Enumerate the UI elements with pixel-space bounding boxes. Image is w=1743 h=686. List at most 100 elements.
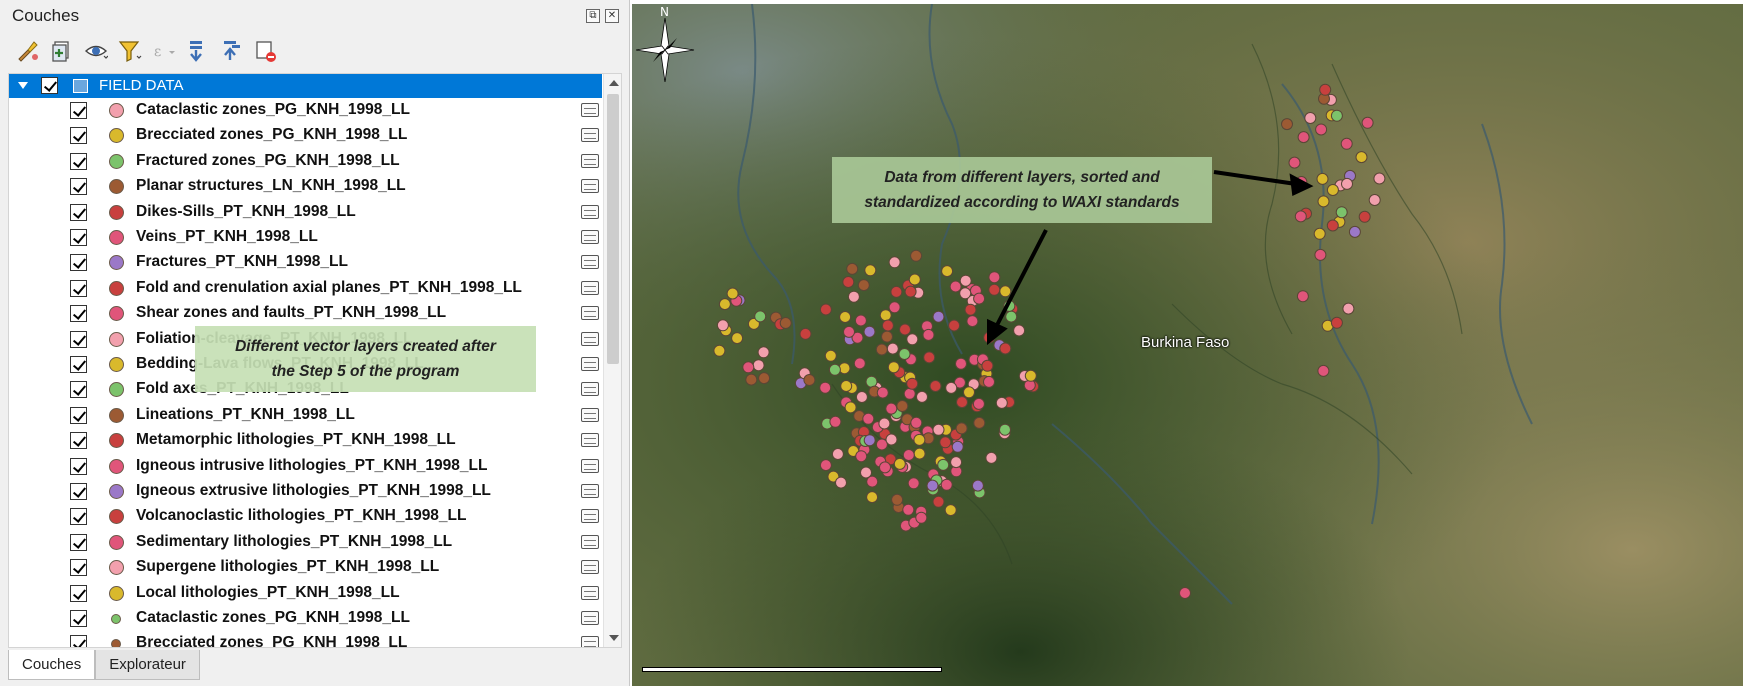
layer-properties-icon[interactable]: [581, 509, 599, 524]
map-point-feature[interactable]: [857, 279, 870, 292]
map-point-feature[interactable]: [913, 447, 926, 460]
map-point-feature[interactable]: [831, 448, 844, 460]
map-point-feature[interactable]: [890, 285, 903, 298]
map-point-feature[interactable]: [983, 375, 995, 388]
layer-row[interactable]: Fold and crenulation axial planes_PT_KNH…: [9, 276, 602, 301]
map-point-feature[interactable]: [799, 327, 812, 340]
layer-properties-icon[interactable]: [581, 357, 599, 371]
map-point-feature[interactable]: [903, 387, 916, 400]
map-point-feature[interactable]: [835, 476, 847, 489]
layer-row[interactable]: Shear zones and faults_PT_KNH_1998_LL: [9, 301, 602, 326]
style-manager-button[interactable]: [14, 37, 42, 65]
map-point-feature[interactable]: [844, 401, 857, 414]
map-point-feature[interactable]: [949, 280, 962, 293]
map-point-feature[interactable]: [899, 323, 911, 336]
map-point-feature[interactable]: [915, 511, 928, 524]
map-point-feature[interactable]: [1330, 109, 1343, 122]
map-point-feature[interactable]: [866, 491, 879, 504]
layer-properties-icon[interactable]: [581, 331, 599, 346]
map-point-feature[interactable]: [1348, 225, 1361, 238]
layer-row[interactable]: Local lithologies_PT_KNH_1998_LL: [9, 581, 602, 606]
layer-group-field-data[interactable]: FIELD DATA: [9, 74, 602, 98]
layer-properties-icon[interactable]: [581, 407, 599, 422]
map-point-feature[interactable]: [866, 475, 879, 488]
map-point-feature[interactable]: [829, 415, 842, 428]
layer-visibility-checkbox[interactable]: [70, 356, 87, 373]
map-point-feature[interactable]: [902, 449, 915, 461]
map-point-feature[interactable]: [910, 416, 923, 429]
map-point-feature[interactable]: [819, 459, 832, 472]
layer-visibility-checkbox[interactable]: [70, 152, 87, 170]
map-point-feature[interactable]: [937, 458, 950, 471]
layer-visibility-checkbox[interactable]: [70, 279, 87, 297]
layer-visibility-checkbox[interactable]: [70, 457, 87, 475]
map-point-feature[interactable]: [1361, 116, 1374, 129]
map-point-feature[interactable]: [941, 265, 954, 278]
map-point-feature[interactable]: [910, 249, 923, 262]
map-point-feature[interactable]: [726, 287, 739, 300]
layer-visibility-checkbox[interactable]: [70, 178, 87, 196]
layer-visibility-checkbox[interactable]: [70, 432, 87, 450]
layer-properties-icon[interactable]: [581, 534, 599, 549]
layer-properties-icon[interactable]: [581, 382, 599, 397]
map-point-feature[interactable]: [932, 495, 945, 508]
map-point-feature[interactable]: [959, 287, 972, 300]
layer-row[interactable]: Fractures_PT_KNH_1998_LL: [9, 250, 602, 275]
layer-row[interactable]: Igneous extrusive lithologies_PT_KNH_199…: [9, 479, 602, 504]
collapse-all-button[interactable]: [218, 37, 246, 65]
map-point-feature[interactable]: [906, 377, 919, 390]
map-point-feature[interactable]: [731, 332, 744, 345]
map-point-feature[interactable]: [908, 273, 921, 286]
layer-row[interactable]: Brecciated zones_PG_KNH_1998_LL: [9, 123, 602, 148]
layer-properties-icon[interactable]: [581, 484, 599, 498]
map-point-feature[interactable]: [999, 285, 1012, 298]
float-panel-button[interactable]: ⧉: [586, 9, 600, 23]
collapse-arrow-icon[interactable]: [18, 82, 28, 89]
filter-expression-button[interactable]: ε: [150, 37, 178, 65]
layer-properties-icon[interactable]: [581, 153, 599, 168]
map-point-feature[interactable]: [879, 309, 892, 322]
map-point-feature[interactable]: [1281, 118, 1293, 131]
map-point-feature[interactable]: [1313, 227, 1326, 240]
layer-row[interactable]: Fractured zones_PG_KNH_1998_LL: [9, 149, 602, 174]
layer-visibility-checkbox[interactable]: [70, 203, 87, 221]
layer-properties-icon[interactable]: [581, 204, 599, 219]
map-point-feature[interactable]: [940, 478, 953, 491]
layer-row[interactable]: Igneous intrusive lithologies_PT_KNH_199…: [9, 454, 602, 479]
layer-visibility-checkbox[interactable]: [70, 584, 87, 602]
map-point-feature[interactable]: [904, 285, 917, 298]
map-point-feature[interactable]: [828, 363, 841, 376]
map-point-feature[interactable]: [988, 271, 1001, 284]
map-point-feature[interactable]: [824, 349, 837, 362]
map-point-feature[interactable]: [898, 348, 911, 360]
map-point-feature[interactable]: [803, 374, 816, 386]
map-point-feature[interactable]: [819, 381, 832, 394]
map-point-feature[interactable]: [929, 380, 942, 392]
map-point-feature[interactable]: [926, 479, 939, 492]
map-point-feature[interactable]: [754, 310, 767, 323]
map-point-feature[interactable]: [752, 359, 765, 372]
map-point-feature[interactable]: [959, 274, 972, 287]
map-point-feature[interactable]: [1314, 248, 1327, 261]
map-point-feature[interactable]: [963, 386, 975, 399]
map-point-feature[interactable]: [713, 344, 726, 357]
map-point-feature[interactable]: [971, 479, 984, 492]
map-point-feature[interactable]: [840, 380, 853, 392]
map-point-feature[interactable]: [875, 343, 888, 356]
map-point-feature[interactable]: [999, 342, 1012, 355]
visibility-button[interactable]: [82, 37, 110, 65]
map-point-feature[interactable]: [999, 423, 1011, 436]
map-point-feature[interactable]: [956, 396, 968, 409]
map-point-feature[interactable]: [995, 396, 1008, 409]
layer-row[interactable]: Cataclastic zones_PG_KNH_1998_LL: [9, 98, 602, 123]
layer-properties-icon[interactable]: [581, 128, 599, 143]
map-point-feature[interactable]: [1341, 177, 1353, 190]
group-visibility-checkbox[interactable]: [41, 77, 58, 94]
map-point-feature[interactable]: [1326, 184, 1339, 196]
map-point-feature[interactable]: [1355, 151, 1368, 164]
layer-properties-icon[interactable]: [581, 611, 599, 625]
layer-properties-icon[interactable]: [581, 458, 599, 473]
add-group-button[interactable]: [48, 37, 76, 65]
map-canvas[interactable]: Burkina Faso N: [632, 4, 1743, 686]
scrollbar-thumb[interactable]: [607, 94, 619, 364]
